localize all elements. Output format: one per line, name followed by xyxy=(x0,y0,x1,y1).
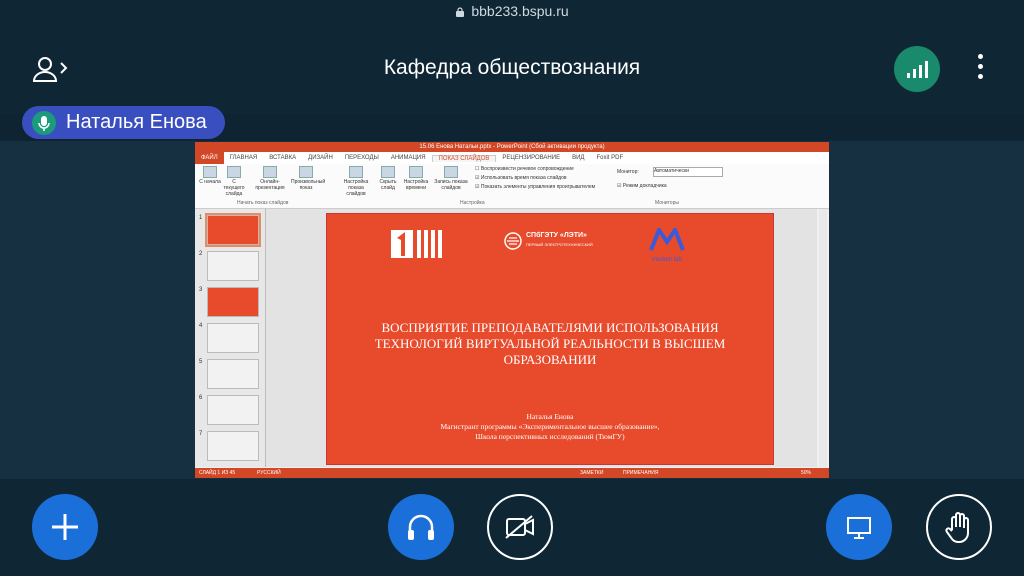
setup-icon xyxy=(349,166,363,178)
connection-status-button[interactable] xyxy=(894,46,940,92)
slideshow-icon xyxy=(203,166,217,178)
slide-thumbnail[interactable] xyxy=(207,251,259,281)
meeting-title: Кафедра обществознания xyxy=(383,56,641,79)
slideshow-icon xyxy=(227,166,241,178)
slide-thumbnails: 1 2 3 4 5 6 7 xyxy=(195,209,266,467)
action-bar xyxy=(0,479,1024,576)
share-webcam-button[interactable] xyxy=(487,494,553,560)
checkbox-timings[interactable]: ☑ Использовать время показа слайдов xyxy=(475,175,567,181)
custom-show-button[interactable]: Произвольный показ xyxy=(291,164,325,191)
group-setup-label: Настройка xyxy=(460,200,485,206)
ppt-status-bar: СЛАЙД 1 ИЗ 45 РУССКИЙ ЗАМЕТКИ ПРИМЕЧАНИЯ… xyxy=(195,468,829,478)
ppt-ribbon: С начала С текущего слайда Онлайн-презен… xyxy=(195,164,829,209)
browser-bar: bbb233.bspu.ru xyxy=(0,0,1024,24)
desktop-icon xyxy=(847,517,871,539)
actions-button[interactable] xyxy=(32,494,98,560)
custom-show-icon xyxy=(299,166,313,178)
thumb-number: 1 xyxy=(199,215,203,221)
setup-show-button[interactable]: Настройка показа слайдов xyxy=(339,164,373,197)
from-start-button[interactable]: С начала xyxy=(197,164,223,185)
thumb-number: 3 xyxy=(199,287,203,293)
group-monitors-label: Мониторы xyxy=(655,200,679,206)
language-status: РУССКИЙ xyxy=(257,470,281,476)
tab-design[interactable]: ДИЗАЙН xyxy=(302,155,339,161)
slide-thumbnail[interactable] xyxy=(207,431,259,461)
tab-animation[interactable]: АНИМАЦИЯ xyxy=(385,155,432,161)
slide-author-block: Наталья Енова Магистрант программы «Эксп… xyxy=(440,412,660,441)
talker-name: Наталья Енова xyxy=(66,111,207,133)
timer-icon xyxy=(409,166,423,178)
hand-icon xyxy=(945,512,969,543)
modum-lab-icon xyxy=(649,225,685,251)
leti-emblem-icon xyxy=(504,232,522,250)
shared-screen: 15.06 Енова Натальи.pptx - PowerPoint (С… xyxy=(195,142,829,478)
school-logo-icon xyxy=(391,230,442,258)
from-current-button[interactable]: С текущего слайда xyxy=(221,164,247,197)
thumb-number: 4 xyxy=(199,323,203,329)
tab-foxit[interactable]: Foxit PDF xyxy=(590,155,629,161)
raise-hand-button[interactable] xyxy=(926,494,992,560)
leti-logo: СПбГЭТУ «ЛЭТИ» ПЕРВЫЙ ЭЛЕКТРОТЕХНИЧЕСКИЙ xyxy=(504,232,614,252)
thumb-number: 6 xyxy=(199,395,203,401)
checkbox-controls[interactable]: ☑ Показать элементы управления проигрыва… xyxy=(475,184,595,190)
lock-icon xyxy=(456,7,465,17)
hide-icon xyxy=(381,166,395,178)
modum-lab-logo: modum lab xyxy=(649,225,685,264)
headphones-icon xyxy=(408,514,434,540)
checkbox-presenter-view[interactable]: ☑ Режим докладчика xyxy=(617,183,667,189)
checkbox-narration[interactable]: ☐ Воспроизвести речевое сопровождение xyxy=(475,166,574,172)
plus-icon xyxy=(52,514,78,540)
slide-thumbnail[interactable] xyxy=(205,213,261,247)
camera-off-icon xyxy=(505,515,534,539)
rehearse-timings-button[interactable]: Настройка времени xyxy=(401,164,431,191)
slide-thumbnail[interactable] xyxy=(207,287,259,317)
slide-canvas: СПбГЭТУ «ЛЭТИ» ПЕРВЫЙ ЭЛЕКТРОТЕХНИЧЕСКИЙ… xyxy=(266,209,817,467)
monitor-label: Монитор: xyxy=(617,169,639,175)
current-slide[interactable]: СПбГЭТУ «ЛЭТИ» ПЕРВЫЙ ЭЛЕКТРОТЕХНИЧЕСКИЙ… xyxy=(326,213,774,465)
meeting-header: Кафедра обществознания xyxy=(0,24,1024,114)
tab-transitions[interactable]: ПЕРЕХОДЫ xyxy=(339,155,385,161)
presentation-button[interactable] xyxy=(826,494,892,560)
slide-thumbnail[interactable] xyxy=(207,359,259,389)
ppt-ribbon-tabs: ФАЙЛ ГЛАВНАЯ ВСТАВКА ДИЗАЙН ПЕРЕХОДЫ АНИ… xyxy=(195,152,829,164)
comments-button[interactable]: ПРИМЕЧАНИЯ xyxy=(623,468,659,478)
url-text: bbb233.bspu.ru xyxy=(471,3,569,19)
zoom-level[interactable]: 50% xyxy=(801,468,811,478)
tab-insert[interactable]: ВСТАВКА xyxy=(263,155,302,161)
hide-slide-button[interactable]: Скрыть слайд xyxy=(375,164,401,191)
options-menu-icon[interactable] xyxy=(969,54,991,84)
tab-view[interactable]: ВИД xyxy=(566,155,590,161)
tab-file[interactable]: ФАЙЛ xyxy=(195,152,224,164)
group-start-label: Начать показ слайдов xyxy=(237,200,289,206)
online-presentation-button[interactable]: Онлайн-презентация xyxy=(255,164,285,191)
ppt-title-bar: 15.06 Енова Натальи.pptx - PowerPoint (С… xyxy=(195,142,829,152)
thumb-number: 2 xyxy=(199,251,203,257)
notes-button[interactable]: ЗАМЕТКИ xyxy=(580,468,603,478)
microphone-icon xyxy=(32,110,56,135)
slide-thumbnail[interactable] xyxy=(207,323,259,353)
vertical-scrollbar[interactable] xyxy=(819,209,827,467)
online-icon xyxy=(263,166,277,178)
join-audio-button[interactable] xyxy=(388,494,454,560)
record-show-button[interactable]: Запись показа слайдов xyxy=(431,164,471,191)
thumb-number: 7 xyxy=(199,431,203,437)
slide-thumbnail[interactable] xyxy=(207,395,259,425)
tab-home[interactable]: ГЛАВНАЯ xyxy=(224,155,264,161)
thumb-number: 5 xyxy=(199,359,203,365)
tab-slideshow[interactable]: ПОКАЗ СЛАЙДОВ xyxy=(431,154,497,162)
talking-indicator: Наталья Енова xyxy=(22,106,225,139)
monitor-select[interactable]: Автоматически xyxy=(653,167,723,177)
url-display[interactable]: bbb233.bspu.ru xyxy=(0,3,1024,19)
slide-counter: СЛАЙД 1 ИЗ 45 xyxy=(199,470,236,476)
record-icon xyxy=(444,166,458,178)
slide-heading: ВОСПРИЯТИЕ ПРЕПОДАВАТЕЛЯМИ ИСПОЛЬЗОВАНИЯ… xyxy=(374,320,726,367)
tab-review[interactable]: РЕЦЕНЗИРОВАНИЕ xyxy=(496,155,566,161)
